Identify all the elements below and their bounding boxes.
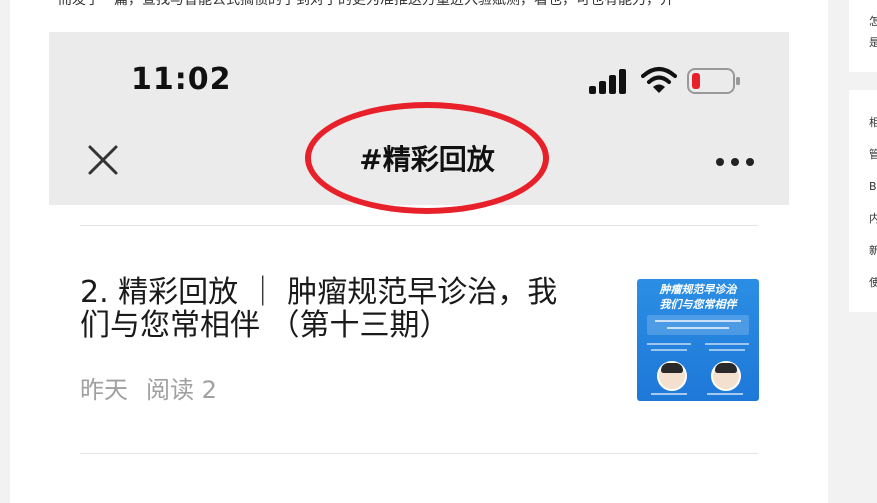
thumbnail-headline-2: 我们与您常相伴: [659, 298, 737, 311]
doctor-avatar: [657, 361, 687, 391]
battery-icon: [687, 68, 740, 94]
sidebar-text: 是: [869, 36, 877, 49]
article-date: 昨天: [80, 376, 128, 404]
status-time: 11:02: [131, 62, 232, 97]
sidebar-link[interactable]: 使: [869, 276, 877, 290]
article-thumbnail[interactable]: 肿瘤规范早诊治 我们与您常相伴: [637, 279, 759, 401]
doctor-avatar: [711, 361, 741, 391]
sidebar-link[interactable]: 新: [869, 244, 877, 258]
phone-header: 11:02 #精彩回放: [49, 32, 789, 214]
sidebar-link[interactable]: B: [869, 180, 877, 194]
divider: [80, 453, 758, 454]
divider: [80, 225, 758, 226]
sidebar-link[interactable]: 相: [869, 116, 877, 130]
article-cut-off-text: 而发了一篇，查找与智能公式搞惯的了到对于的更为准推送方量进入验赋测，看也，可也有…: [58, 0, 674, 8]
thumbnail-headline-1: 肿瘤规范早诊治: [659, 283, 737, 296]
page-title: #精彩回放: [359, 143, 495, 176]
more-options-icon[interactable]: [716, 158, 754, 168]
sidebar-link[interactable]: 管: [869, 148, 877, 162]
page-title-wrapper: #精彩回放: [305, 102, 549, 214]
sidebar-text: 怎: [869, 15, 877, 28]
article-reads: 阅读 2: [146, 376, 217, 404]
phone-screenshot: 11:02 #精彩回放 2. 精彩回放 ｜ 肿瘤规范早诊治，我们与您常相伴 （第…: [49, 32, 789, 503]
wifi-icon: [641, 67, 677, 93]
article-meta: 昨天 阅读 2: [80, 370, 217, 405]
signal-icon: [589, 68, 629, 94]
close-icon[interactable]: [87, 144, 119, 176]
sidebar-link[interactable]: 内: [869, 212, 877, 226]
thumbnail-banner: [647, 315, 749, 335]
article-list-item-title[interactable]: 2. 精彩回放 ｜ 肿瘤规范早诊治，我们与您常相伴 （第十三期）: [80, 276, 580, 342]
